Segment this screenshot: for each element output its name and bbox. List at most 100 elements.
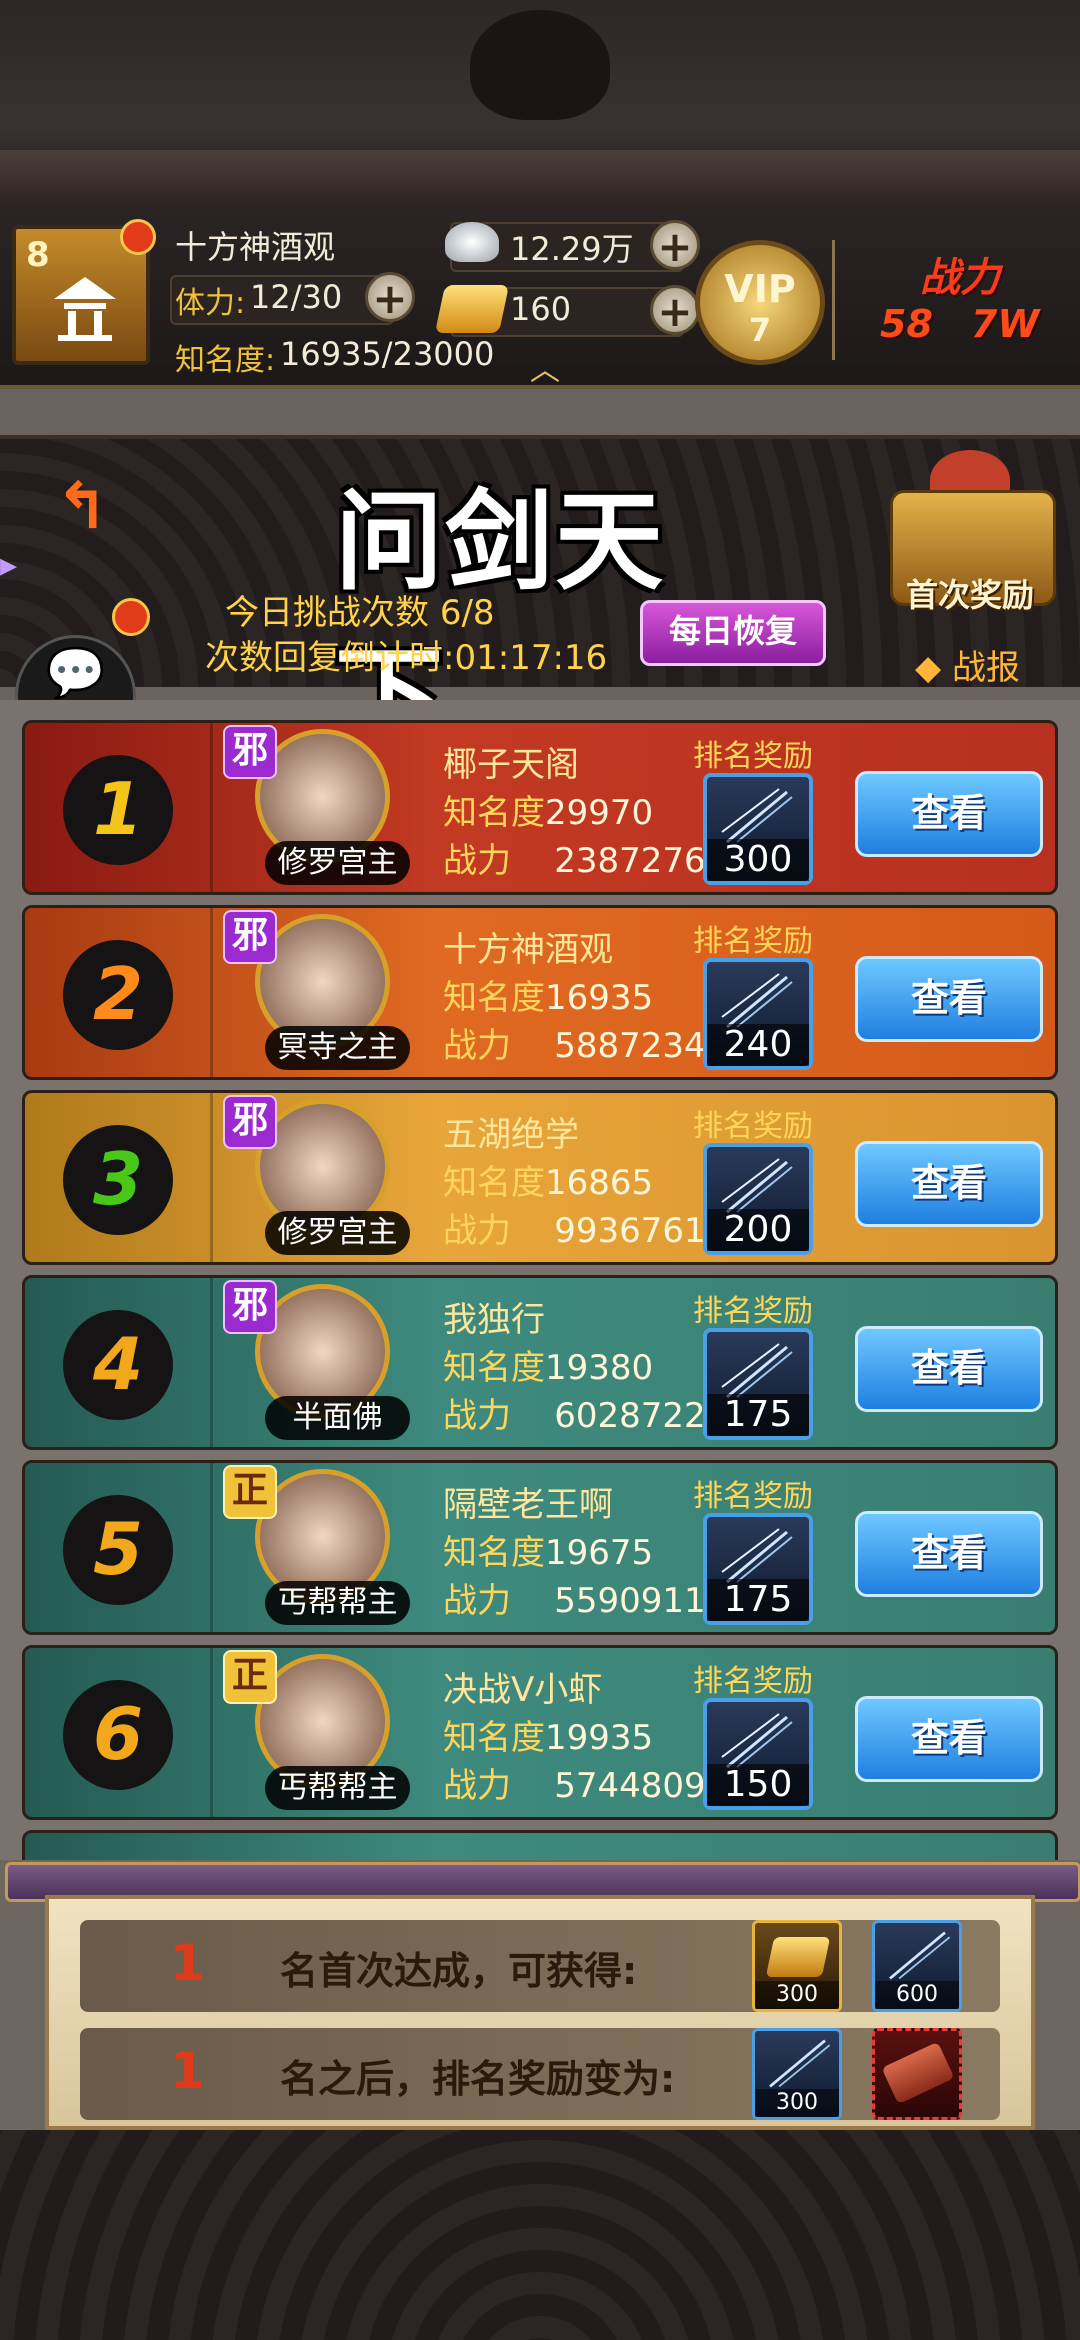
reward-amount: 200 xyxy=(707,1209,809,1251)
fame-key: 知名度 xyxy=(443,1163,545,1203)
sect-title: 修罗宫主 xyxy=(265,1211,410,1255)
row-divider xyxy=(210,908,213,1077)
first-reward-label: 首次奖励 xyxy=(905,576,1034,614)
rank-reward-label: 排名奖励 xyxy=(693,924,813,959)
challenge-value: 6/8 xyxy=(439,593,495,633)
power-key: 战力 xyxy=(443,1211,511,1251)
view-button[interactable]: 查看 xyxy=(855,1696,1043,1782)
rank-number: 5 xyxy=(63,1495,173,1605)
fame-key: 知名度 xyxy=(443,1718,545,1758)
roof-decoration xyxy=(0,0,1080,210)
sword-reward[interactable]: 300 xyxy=(752,2028,842,2120)
notification-dot xyxy=(120,219,156,255)
ranking-row[interactable]: 6 正丐帮帮主 决战V小虾 知名度19935 战力 5744809 排名奖励 150 查看 xyxy=(22,1645,1058,1820)
side-expand-icon[interactable]: ▸ xyxy=(0,545,17,585)
ranking-row[interactable]: 4 邪半面佛 我独行 知名度19380 战力 6028722 排名奖励 175 查看 xyxy=(22,1275,1058,1450)
row-divider xyxy=(210,1463,213,1632)
back-arrow-icon[interactable]: ↰ xyxy=(55,470,125,544)
fame-key: 知名度 xyxy=(443,1348,545,1388)
power-value: 23872762 xyxy=(554,841,728,881)
add-gold-button[interactable]: + xyxy=(650,285,700,336)
reward-amount: 300 xyxy=(755,2089,839,2117)
fame-value: 16935/23000 xyxy=(280,335,495,373)
row-divider xyxy=(210,1648,213,1817)
player-name: 隔壁老王啊 xyxy=(443,1485,613,1525)
fame-key: 知名度 xyxy=(443,1533,545,1573)
fame-line: 知名度19675 xyxy=(443,1525,653,1574)
ranking-row[interactable]: 3 邪修罗宫主 五湖绝学 知名度16865 战力 9936761 排名奖励 200 查看 xyxy=(22,1090,1058,1265)
sword-icon xyxy=(721,1528,793,1584)
first-achieve-text: 名首次达成，可获得: xyxy=(280,1949,638,1993)
sword-icon xyxy=(721,1343,793,1399)
fame-value: 19380 xyxy=(545,1348,654,1388)
battle-report-link[interactable]: ◆ 战报 xyxy=(915,640,1020,689)
token-icon xyxy=(881,2041,955,2105)
rank-number: 1 xyxy=(63,755,173,865)
ranking-row[interactable]: 5 正丐帮帮主 隔壁老王啊 知名度19675 战力 5590911 排名奖励 175 查看 xyxy=(22,1460,1058,1635)
reward-amount: 175 xyxy=(707,1394,809,1436)
sword-icon xyxy=(721,1713,793,1769)
power-value: 6028722 xyxy=(554,1396,706,1436)
stamina-label: 体力: xyxy=(175,286,246,321)
sword-icon xyxy=(721,788,793,844)
ranking-row[interactable]: 2 邪冥寺之主 十方神酒观 知名度16935 战力 5887234 排名奖励 240 查看 xyxy=(22,905,1058,1080)
power-value: 5744809 xyxy=(554,1766,706,1806)
player-name: 椰子天阁 xyxy=(443,745,579,785)
vip-badge[interactable]: VIP 7 xyxy=(695,240,825,365)
faction-badge: 邪 xyxy=(223,1280,277,1334)
roof-beam xyxy=(0,150,1080,210)
stamina-value: 12/30 xyxy=(250,278,343,316)
rank-number: 3 xyxy=(63,1125,173,1235)
ranking-list[interactable]: 1 邪修罗宫主 椰子天阁 知名度29970 战力 23872762 排名奖励 300 查看 2 邪… xyxy=(0,700,1080,1860)
rank-reward-item[interactable]: 200 xyxy=(703,1143,813,1255)
reward-amount: 150 xyxy=(707,1764,809,1806)
sword-reward[interactable]: 600 xyxy=(872,1920,962,2012)
power-line: 战力 23872762 xyxy=(443,833,727,882)
after-rank-row: 1 名之后，排名奖励变为: xyxy=(80,2028,1000,2120)
chat-bubble-icon: 💬 xyxy=(45,645,106,701)
power-line: 战力 5744809 xyxy=(443,1758,706,1807)
fame-key: 知名度 xyxy=(443,978,545,1018)
faction-badge: 正 xyxy=(223,1650,277,1704)
rank-reward-label: 排名奖励 xyxy=(693,1664,813,1699)
ranking-row[interactable]: 1 邪修罗宫主 椰子天阁 知名度29970 战力 23872762 排名奖励 300 查看 xyxy=(22,720,1058,895)
sword-icon xyxy=(889,1931,951,1980)
view-button[interactable]: 查看 xyxy=(855,1326,1043,1412)
player-avatar[interactable]: 8 xyxy=(12,219,156,365)
fame-line: 知名度16865 xyxy=(443,1155,653,1204)
reward-amount: 600 xyxy=(875,1981,959,2009)
power-line: 战力 5887234 xyxy=(443,1018,706,1067)
rank-reward-item[interactable]: 240 xyxy=(703,958,813,1070)
player-level: 8 xyxy=(26,235,50,275)
sect-title: 修罗宫主 xyxy=(265,841,410,885)
power-line: 战力 6028722 xyxy=(443,1388,706,1437)
rank-reward-item[interactable]: 175 xyxy=(703,1513,813,1625)
first-reward-button[interactable]: 首次奖励 xyxy=(870,440,1070,620)
daily-recover-button[interactable]: 每日恢复 xyxy=(640,600,826,666)
vip-label: VIP xyxy=(724,267,796,311)
power-value: 5590911 xyxy=(554,1581,706,1621)
power-value: 58 7W xyxy=(880,302,1040,346)
player-name: 十方神酒观 xyxy=(175,228,336,266)
token-reward[interactable] xyxy=(872,2028,962,2120)
rank-reward-item[interactable]: 150 xyxy=(703,1698,813,1810)
ranking-row-partial[interactable] xyxy=(22,1830,1058,1860)
rank-reward-item[interactable]: 300 xyxy=(703,773,813,885)
add-silver-button[interactable]: + xyxy=(650,220,700,271)
rank-reward-label: 排名奖励 xyxy=(693,739,813,774)
rank-reward-label: 排名奖励 xyxy=(693,1479,813,1514)
rank-reward-label: 排名奖励 xyxy=(693,1109,813,1144)
rank-reward-item[interactable]: 175 xyxy=(703,1328,813,1440)
view-button[interactable]: 查看 xyxy=(855,1141,1043,1227)
temple-icon xyxy=(54,277,116,341)
gold-amount: 160 xyxy=(510,290,572,328)
view-button[interactable]: 查看 xyxy=(855,1511,1043,1597)
recover-value: 01:17:16 xyxy=(454,638,608,678)
view-button[interactable]: 查看 xyxy=(855,771,1043,857)
challenge-count: 今日挑战次数 6/8 xyxy=(225,585,495,634)
view-button[interactable]: 查看 xyxy=(855,956,1043,1042)
gold-bar-reward[interactable]: 300 xyxy=(752,1920,842,2012)
add-stamina-button[interactable]: + xyxy=(365,272,415,323)
fame-line: 知名度19935 xyxy=(443,1710,653,1759)
expand-chevron-icon[interactable]: ︿ xyxy=(530,345,560,389)
